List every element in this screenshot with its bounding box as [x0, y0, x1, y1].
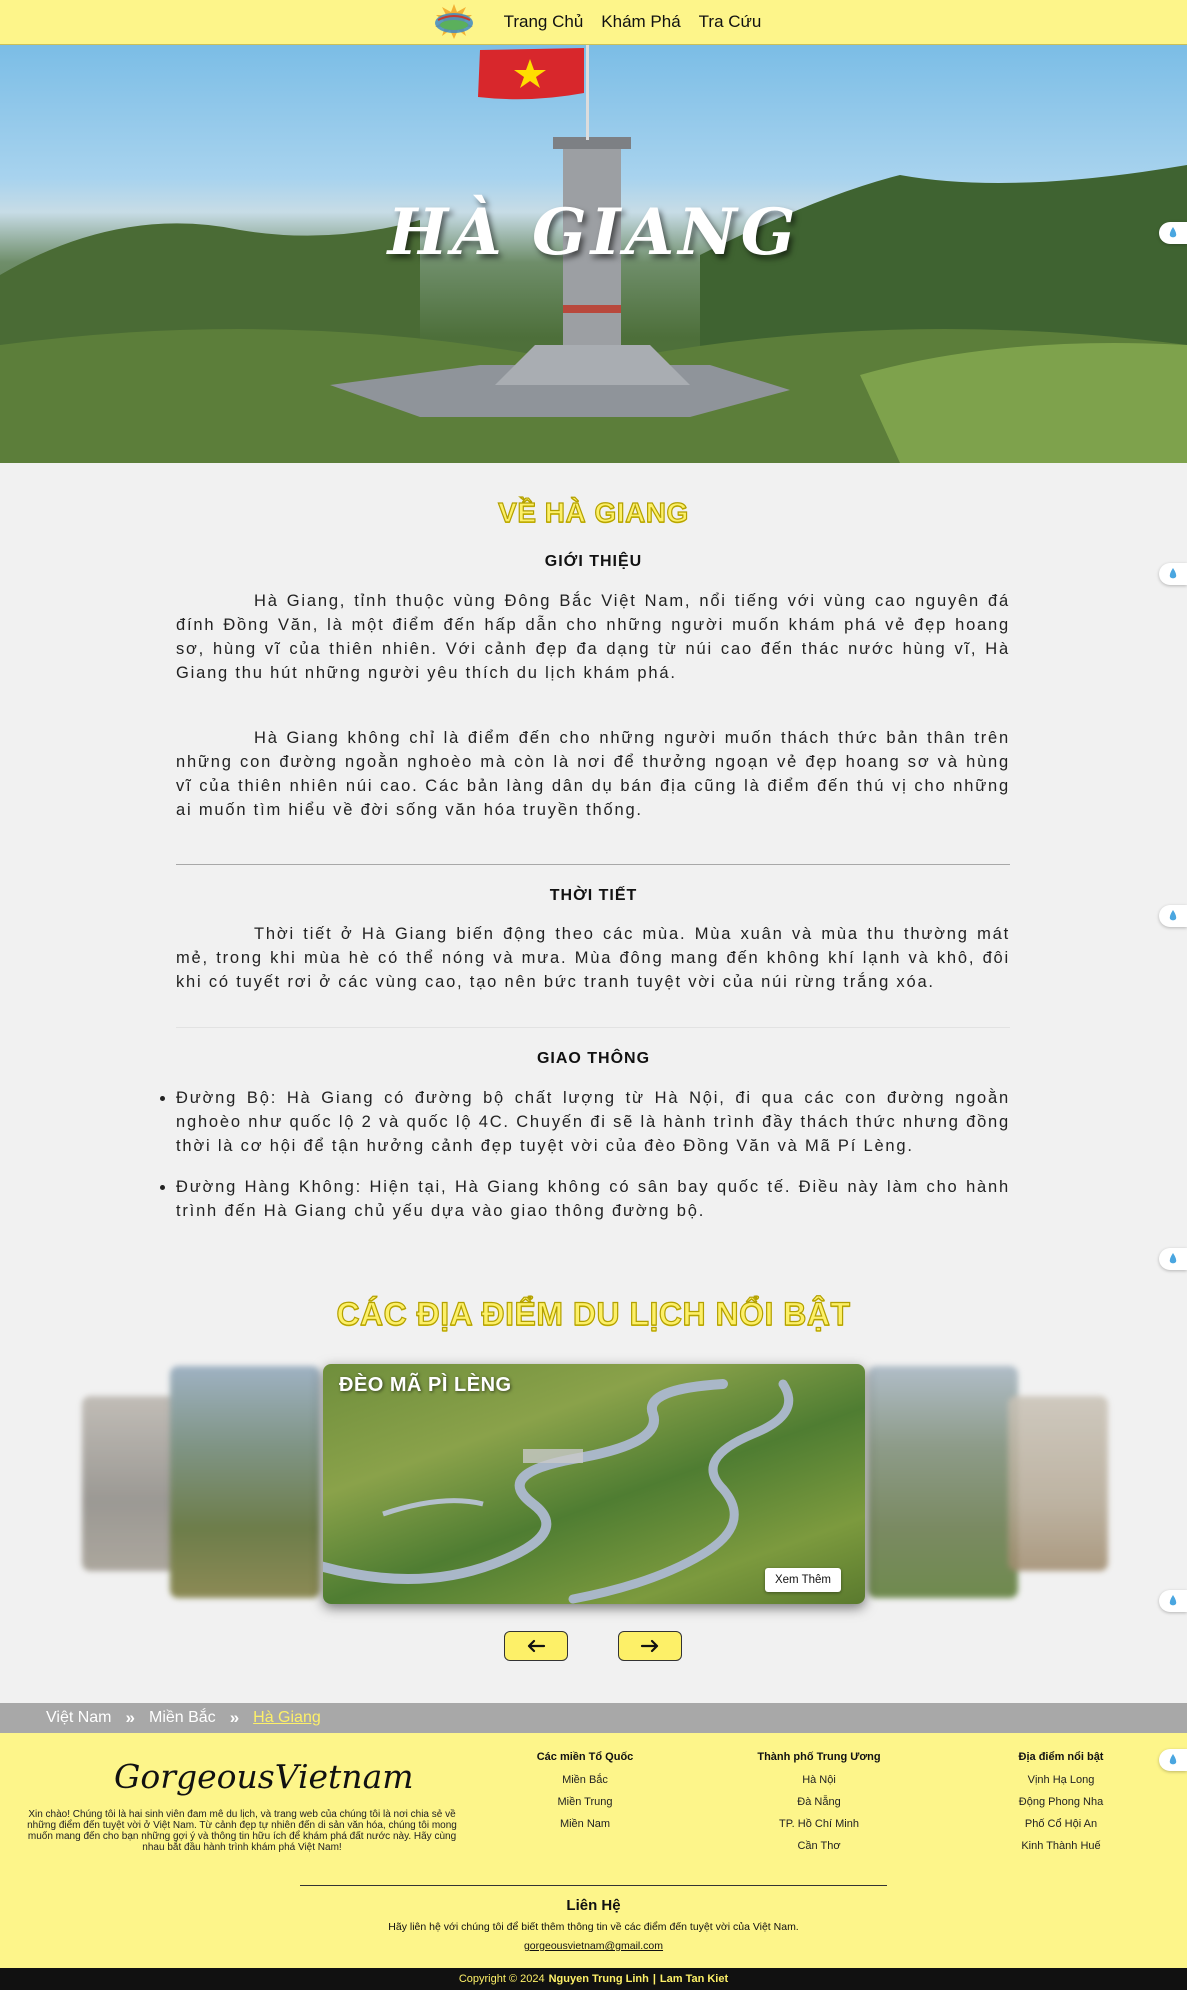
weather-paragraph: Thời tiết ở Hà Giang biến động theo các …: [176, 925, 1010, 991]
footer-link[interactable]: Vịnh Hạ Long: [980, 1774, 1142, 1786]
water-drop-icon: [1169, 910, 1177, 921]
footer-brand-logo: GorgeousVietnam: [114, 1757, 414, 1796]
footer-column-highlights: Địa điểm nổi bật Vịnh Hạ Long Động Phong…: [980, 1751, 1142, 1862]
carousel-card-far-left[interactable]: [82, 1396, 182, 1571]
intro-paragraph-2: Hà Giang không chỉ là điểm đến cho những…: [176, 729, 1010, 819]
breadcrumb-item-vietnam[interactable]: Việt Nam: [46, 1709, 112, 1727]
chevron-double-right-icon: »: [125, 1708, 135, 1727]
footer-link[interactable]: Miền Trung: [502, 1796, 668, 1808]
weather-subheading: THỜI TIẾT: [549, 887, 638, 904]
contact-title: Liên Hệ: [566, 1897, 621, 1914]
author-separator: |: [652, 1973, 656, 1985]
carousel-card-active[interactable]: ĐÈO MÃ PÌ LÈNG Xem Thêm: [323, 1364, 865, 1604]
view-more-button[interactable]: Xem Thêm: [765, 1568, 841, 1592]
places-heading: CÁC ĐỊA ĐIỂM DU LỊCH NỔI BẬT: [336, 1295, 851, 1332]
about-heading: VỀ HÀ GIANG: [498, 496, 689, 528]
water-drop-icon: [1169, 1253, 1177, 1264]
contact-email-link[interactable]: gorgeousvietnam@gmail.com: [0, 1940, 1187, 1952]
carousel-next-button[interactable]: [618, 1631, 682, 1661]
footer: GorgeousVietnam Xin chào! Chúng tôi là h…: [0, 1733, 1187, 1968]
breadcrumb-item-mien-bac[interactable]: Miền Bắc: [149, 1709, 216, 1727]
footer-column-regions: Các miền Tổ Quốc Miền Bắc Miền Trung Miề…: [502, 1751, 668, 1840]
footer-column-title: Địa điểm nổi bật: [1018, 1751, 1104, 1763]
water-drop-icon: [1169, 1754, 1177, 1765]
side-widget-tab[interactable]: [1159, 1248, 1187, 1270]
nav-link-lookup[interactable]: Tra Cứu: [699, 12, 762, 32]
arrow-left-icon: [527, 1639, 546, 1653]
side-widget-tab[interactable]: [1159, 1749, 1187, 1771]
intro-paragraph-1: Hà Giang, tỉnh thuộc vùng Đông Bắc Việt …: [176, 592, 1010, 682]
footer-link[interactable]: Miền Nam: [502, 1818, 668, 1830]
footer-column-title: Thành phố Trung Ương: [757, 1751, 881, 1763]
footer-column-cities: Thành phố Trung Ương Hà Nội Đà Nẵng TP. …: [726, 1751, 912, 1862]
breadcrumb-item-ha-giang[interactable]: Hà Giang: [253, 1709, 321, 1727]
transport-list: Đường Bộ: Hà Giang có đường bộ chất lượn…: [176, 1086, 1010, 1240]
footer-link[interactable]: Động Phong Nha: [980, 1796, 1142, 1808]
copyright-text: Copyright © 2024: [458, 1973, 545, 1985]
footer-link[interactable]: TP. Hồ Chí Minh: [726, 1818, 912, 1830]
author-name: Nguyen Trung Linh: [548, 1973, 649, 1985]
arrow-right-icon: [640, 1639, 659, 1653]
copyright-bar: Copyright © 2024 Nguyen Trung Linh | Lam…: [0, 1968, 1187, 1990]
side-widget-tab[interactable]: [1159, 563, 1187, 585]
footer-link[interactable]: Kinh Thành Huế: [980, 1840, 1142, 1852]
footer-description: Xin chào! Chúng tôi là hai sinh viên đam…: [27, 1809, 457, 1853]
carousel-card-right[interactable]: [868, 1366, 1018, 1598]
chevron-double-right-icon: »: [229, 1708, 240, 1727]
nav-link-home[interactable]: Trang Chủ: [504, 12, 584, 32]
contact-text: Hãy liên hệ với chúng tôi để biết thêm t…: [388, 1921, 799, 1933]
top-navbar: Trang Chủ Khám Phá Tra Cứu: [0, 0, 1187, 45]
list-item: Đường Bộ: Hà Giang có đường bộ chất lượn…: [176, 1086, 1010, 1158]
footer-link[interactable]: Cần Thơ: [726, 1840, 912, 1852]
card-title: ĐÈO MÃ PÌ LÈNG: [339, 1374, 512, 1396]
carousel-card-far-right[interactable]: [1008, 1396, 1108, 1571]
footer-divider: [300, 1885, 887, 1886]
list-item: Đường Hàng Không: Hiện tại, Hà Giang khô…: [176, 1175, 1010, 1223]
hero-banner: HÀ GIANG: [0, 45, 1187, 463]
carousel-card-left[interactable]: [170, 1366, 320, 1598]
footer-link[interactable]: Hà Nội: [726, 1774, 912, 1786]
water-drop-icon: [1169, 227, 1177, 238]
footer-column-title: Các miền Tổ Quốc: [536, 1751, 634, 1763]
side-widget-tab[interactable]: [1159, 1590, 1187, 1612]
breadcrumb: Việt Nam » Miền Bắc » Hà Giang: [0, 1703, 1187, 1733]
hero-title: HÀ GIANG: [387, 195, 800, 270]
footer-link[interactable]: Phố Cổ Hội An: [980, 1818, 1142, 1830]
transport-subheading: GIAO THÔNG: [536, 1050, 651, 1067]
water-drop-icon: [1169, 568, 1177, 579]
footer-link[interactable]: Miền Bắc: [502, 1774, 668, 1786]
side-widget-tab[interactable]: [1159, 905, 1187, 927]
site-logo-icon[interactable]: [426, 2, 482, 42]
water-drop-icon: [1169, 1595, 1177, 1606]
side-widget-tab[interactable]: [1159, 222, 1187, 244]
carousel-prev-button[interactable]: [504, 1631, 568, 1661]
author-name: Lam Tan Kiet: [659, 1973, 729, 1985]
section-divider: [176, 864, 1010, 865]
nav-link-explore[interactable]: Khám Phá: [601, 12, 680, 32]
intro-subheading: GIỚI THIỆU: [544, 553, 643, 570]
section-divider: [176, 1027, 1010, 1028]
footer-link[interactable]: Đà Nẵng: [726, 1796, 912, 1808]
